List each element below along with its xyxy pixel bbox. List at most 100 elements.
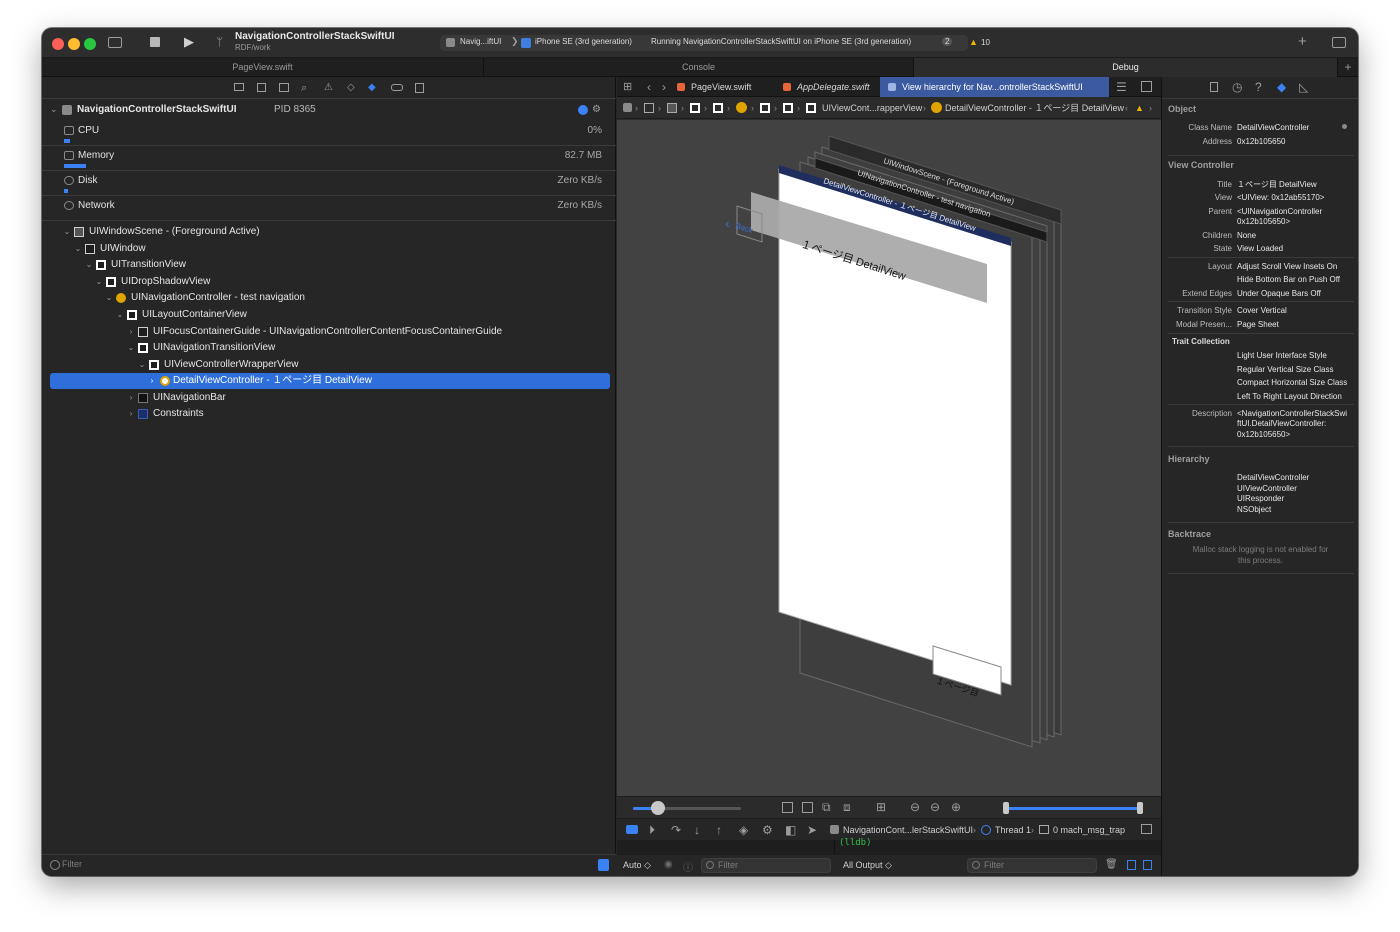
environment-override-icon[interactable]: ◧ <box>785 824 796 836</box>
inspector-toggle-icon[interactable] <box>1332 37 1346 48</box>
close-window-button[interactable] <box>52 38 64 50</box>
tree-row[interactable]: › Constraints <box>42 406 616 422</box>
activity-viewer[interactable]: Navig...iftUI ❯ iPhone SE (3rd generatio… <box>440 35 968 51</box>
info-icon[interactable]: ⓘ <box>683 859 693 874</box>
memory-graph-icon[interactable]: ⚙ <box>592 104 601 115</box>
add-tab-icon[interactable]: + <box>1338 58 1358 77</box>
step-out-icon[interactable]: ↑ <box>716 824 722 836</box>
jump-bar[interactable]: › › › › › › › › UIViewCont...rapperView … <box>617 97 1161 119</box>
zoom-out-icon[interactable]: ⊖ <box>930 801 940 813</box>
chevron-down-icon[interactable]: ⌄ <box>73 241 83 257</box>
chevron-down-icon[interactable]: ⌄ <box>62 224 72 240</box>
related-items-icon[interactable]: ⊞ <box>623 81 632 93</box>
forward-icon[interactable]: › <box>662 81 666 93</box>
chevron-down-icon[interactable]: ⌄ <box>94 274 104 290</box>
variables-mode-select[interactable]: Auto ◇ <box>623 860 651 871</box>
grid-icon[interactable]: ⊞ <box>876 801 886 813</box>
issue-icon[interactable]: ⚠ <box>324 82 333 94</box>
range-slider-track[interactable] <box>1005 807 1139 810</box>
filter-icon[interactable] <box>50 860 60 870</box>
simulate-location-icon[interactable]: ➤ <box>807 824 817 836</box>
editor-options-icon[interactable]: ☰ <box>1116 81 1127 93</box>
range-slider-right-handle[interactable] <box>1137 802 1143 814</box>
tree-row-selected[interactable]: › DetailViewController - １ページ目 DetailVie… <box>50 373 610 389</box>
history-inspector-icon[interactable]: ◷ <box>1232 81 1242 93</box>
tab-console[interactable]: Console <box>484 58 914 77</box>
chevron-right-icon[interactable]: › <box>147 373 157 389</box>
chevron-down-icon[interactable]: ⌄ <box>126 340 136 356</box>
tree-row[interactable]: ⌄ UIDropShadowView <box>42 274 616 290</box>
stop-button[interactable] <box>150 37 160 47</box>
filter-placeholder[interactable]: Filter <box>62 859 82 869</box>
zoom-in-icon[interactable]: ⊕ <box>951 801 961 813</box>
add-icon[interactable]: + <box>1298 33 1307 50</box>
show-clipped-icon[interactable] <box>782 802 793 813</box>
frames-icon[interactable]: ⧈ <box>843 801 851 813</box>
debug-frame[interactable]: 0 mach_msg_trap <box>1053 819 1125 840</box>
object-inspector-icon[interactable]: ◆ <box>1277 81 1286 93</box>
minimize-window-button[interactable] <box>68 38 80 50</box>
tree-row[interactable]: ⌄ UIWindow <box>42 241 616 257</box>
chevron-right-icon[interactable]: › <box>126 324 136 340</box>
disclosure-chevron-icon[interactable]: ⌄ <box>50 104 58 115</box>
debug-thread[interactable]: Thread 1 <box>995 819 1031 840</box>
exploded-layers[interactable]: ‹ Back UIWindowScene - (Foreground Activ… <box>617 120 1161 796</box>
find-icon[interactable]: ⌕ <box>301 82 307 94</box>
orient-icon[interactable]: ⧉ <box>822 801 831 813</box>
help-inspector-icon[interactable]: ? <box>1255 81 1262 93</box>
split-console-icon[interactable] <box>1141 824 1152 834</box>
view-debugger-toggle-icon[interactable]: ◈ <box>739 824 748 836</box>
console-filter-field[interactable]: Filter <box>967 858 1097 873</box>
spacing-slider-thumb[interactable] <box>651 801 665 815</box>
variables-view[interactable]: Auto ◇ ◉ ⓘ Filter <box>617 840 835 876</box>
breakpoint-icon[interactable] <box>391 84 403 91</box>
debug-process[interactable]: NavigationCont...lerStackSwiftUI <box>843 819 973 840</box>
network-gauge[interactable]: Network Zero KB/s <box>42 196 616 221</box>
jump-item-wrapper[interactable]: UIViewCont...rapperView <box>822 97 922 118</box>
tree-row[interactable]: ⌄ UITransitionView <box>42 257 616 273</box>
chevron-down-icon[interactable]: ⌄ <box>115 307 125 323</box>
chevron-down-icon[interactable]: ⌄ <box>137 357 147 373</box>
eye-icon[interactable]: ◉ <box>664 859 673 870</box>
tree-row[interactable]: ⌄ UIWindowScene - (Foreground Active) <box>42 224 616 240</box>
process-status-icon[interactable] <box>578 105 588 115</box>
cpu-gauge[interactable]: CPU 0% <box>42 121 616 146</box>
disk-gauge[interactable]: Disk Zero KB/s <box>42 171 616 196</box>
tree-row[interactable]: ⌄ UINavigationController - test navigati… <box>42 290 616 306</box>
chevron-down-icon[interactable]: ⌄ <box>84 257 94 273</box>
scheme-name[interactable]: Navig...iftUI <box>460 37 501 46</box>
hide-debug-area-icon[interactable] <box>626 825 638 834</box>
tree-row[interactable]: ⌄ UINavigationTransitionView <box>42 340 616 356</box>
tab-debug[interactable]: Debug <box>914 58 1338 77</box>
output-mode-select[interactable]: All Output ◇ <box>843 860 892 871</box>
show-variables-icon[interactable] <box>1127 860 1136 870</box>
size-inspector-icon[interactable]: ◺ <box>1299 81 1308 93</box>
step-in-icon[interactable]: ↓ <box>694 824 700 836</box>
warning-icon[interactable]: ▲ <box>969 37 978 47</box>
tree-row[interactable]: › UINavigationBar <box>42 390 616 406</box>
memory-gauge[interactable]: Memory 82.7 MB <box>42 146 616 171</box>
chevron-right-icon[interactable]: › <box>126 390 136 406</box>
show-constraints-icon[interactable] <box>802 802 813 813</box>
view-hierarchy-canvas[interactable]: ‹ Back UIWindowScene - (Foreground Activ… <box>617 120 1161 796</box>
destination-name[interactable]: iPhone SE (3rd generation) <box>535 37 632 46</box>
test-icon[interactable]: ◇ <box>347 82 355 94</box>
chevron-down-icon[interactable]: ⌄ <box>104 290 114 306</box>
symbol-icon[interactable] <box>279 83 289 92</box>
memory-graph-icon[interactable]: ⚙ <box>762 824 773 836</box>
show-console-icon[interactable] <box>1143 860 1152 870</box>
continue-icon[interactable]: ⏵ <box>649 824 655 836</box>
source-control-icon[interactable] <box>257 83 266 92</box>
sidebar-toggle-icon[interactable] <box>108 37 122 48</box>
tree-row[interactable]: ⌄ UILayoutContainerView <box>42 307 616 323</box>
forward-icon[interactable]: › <box>1149 97 1152 118</box>
file-inspector-icon[interactable] <box>1210 82 1218 92</box>
run-button[interactable]: ▶ <box>184 35 194 48</box>
status-count-badge[interactable]: 2 <box>942 37 953 46</box>
console-view[interactable]: (lldb) All Output ◇ Filter 🗑 <box>835 838 1161 876</box>
warning-icon[interactable]: ▲ <box>1135 97 1144 118</box>
object-link-icon[interactable] <box>1342 124 1347 129</box>
zoom-fit-icon[interactable]: ⊖ <box>910 801 920 813</box>
range-slider-left-handle[interactable] <box>1003 802 1009 814</box>
tab-pageview[interactable]: PageView.swift <box>42 58 484 77</box>
